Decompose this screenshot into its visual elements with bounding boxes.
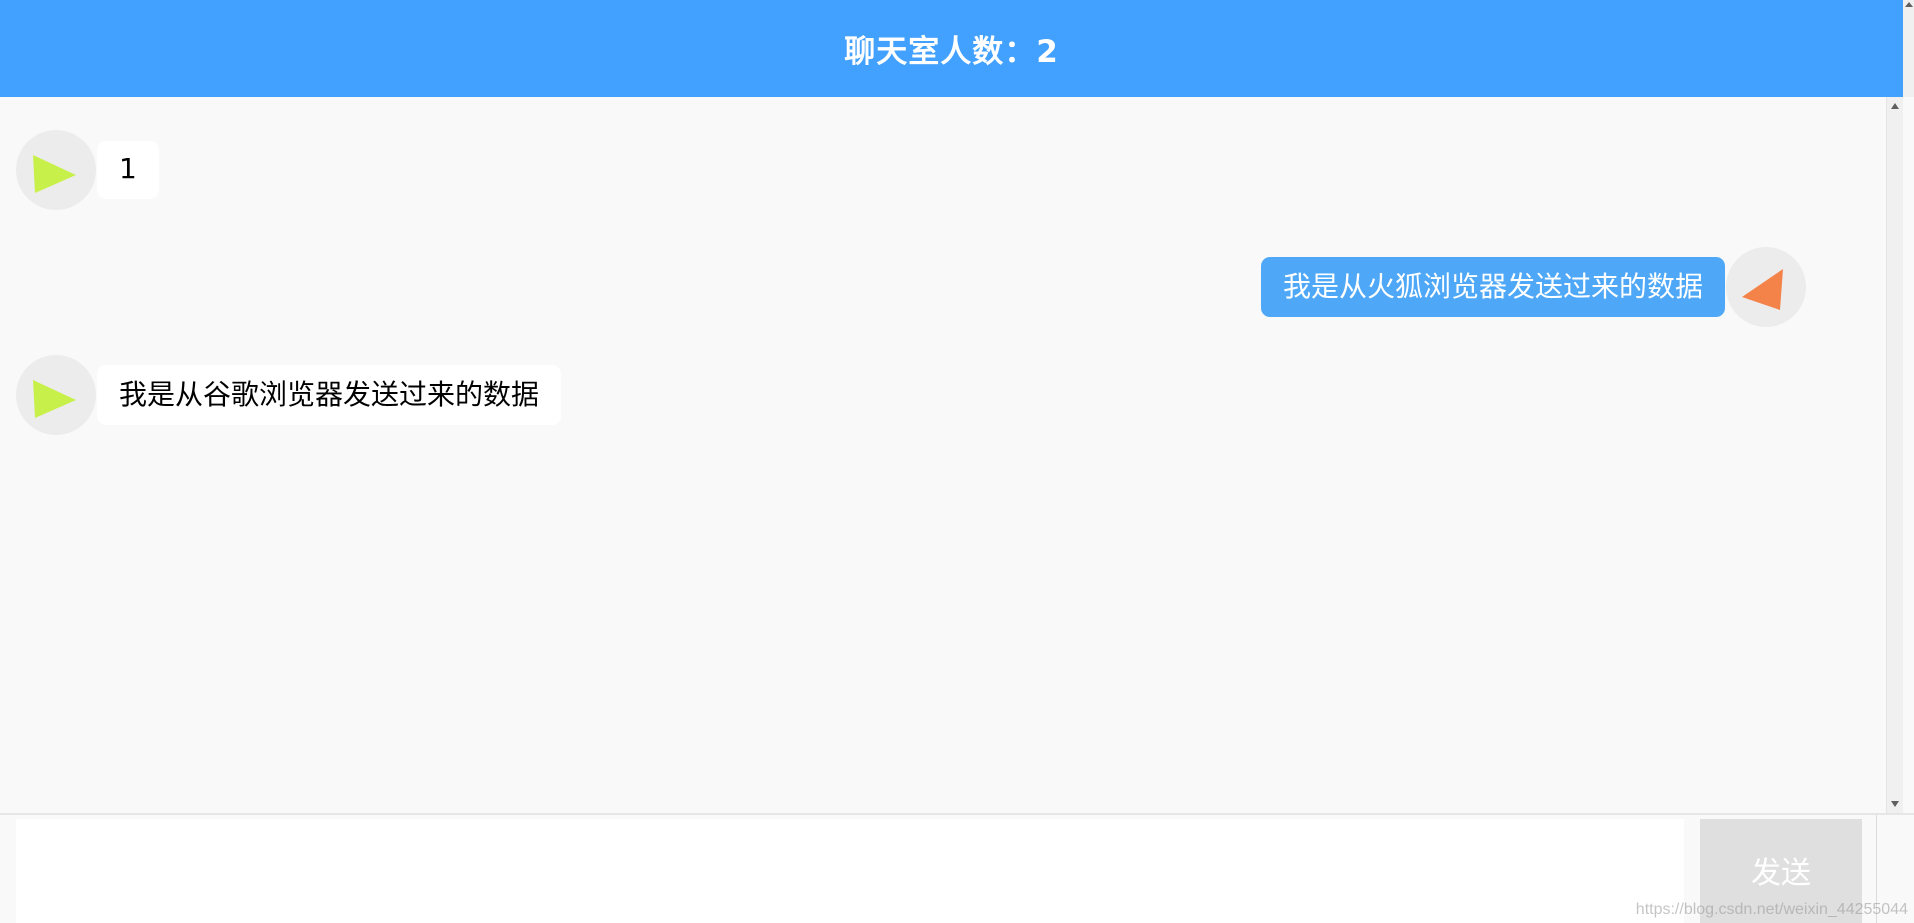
avatar xyxy=(16,355,96,435)
scroll-down-arrow-icon[interactable] xyxy=(1891,801,1899,807)
play-triangle-icon xyxy=(33,155,76,193)
message-input[interactable] xyxy=(16,819,1684,923)
message-bubble: 我是从谷歌浏览器发送过来的数据 xyxy=(97,365,562,425)
message-bubble: 1 xyxy=(97,141,159,199)
message-item: 我是从谷歌浏览器发送过来的数据 xyxy=(16,355,562,435)
avatar xyxy=(16,130,96,210)
page-scrollbar[interactable] xyxy=(1903,0,1914,97)
play-triangle-icon xyxy=(33,380,76,418)
online-count-title: 聊天室人数：2 xyxy=(844,34,1059,70)
chat-header: 聊天室人数：2 xyxy=(0,0,1903,97)
watermark: https://blog.csdn.net/weixin_44255044 xyxy=(1635,901,1908,918)
scroll-up-arrow-icon[interactable] xyxy=(1891,103,1899,109)
avatar xyxy=(1726,247,1806,327)
message-item-self: 我是从火狐浏览器发送过来的数据 xyxy=(1260,247,1806,327)
composer: 发送 https://blog.csdn.net/weixin_44255044 xyxy=(0,813,1914,923)
scroll-up-arrow-icon[interactable] xyxy=(1905,2,1913,7)
message-bubble-self: 我是从火狐浏览器发送过来的数据 xyxy=(1260,257,1725,317)
message-item: 1 xyxy=(16,130,159,210)
message-scrollbar[interactable] xyxy=(1886,97,1903,813)
message-list: 1 我是从火狐浏览器发送过来的数据 我是从谷歌浏览器发送过来的数据 xyxy=(0,97,1886,813)
chat-page: 聊天室人数：2 1 我是从火狐浏览器发送过来的数据 我是从谷歌浏览器发送过来的数… xyxy=(0,0,1914,923)
triangle-left-icon xyxy=(1742,269,1783,310)
